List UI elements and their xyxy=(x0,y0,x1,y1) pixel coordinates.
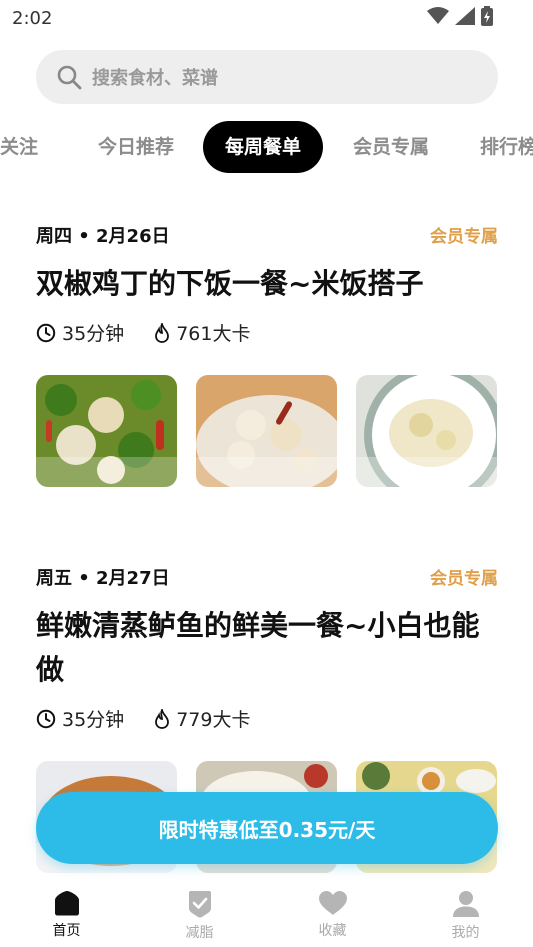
calories: 779大卡 xyxy=(154,705,250,732)
search-placeholder: 搜索食材、菜谱 xyxy=(92,68,218,89)
member-badge: 会员专属 xyxy=(430,569,498,589)
clock-icon xyxy=(36,323,56,342)
nav-label: 首页 xyxy=(52,923,81,939)
flame-icon xyxy=(155,708,170,729)
heart-icon xyxy=(318,891,347,915)
tab-ranking[interactable]: 排行榜 xyxy=(480,121,533,173)
nav-fat-loss[interactable]: 减脂 xyxy=(133,880,266,947)
card-date: 周五 • 2月27日 xyxy=(36,568,170,589)
nav-label: 收藏 xyxy=(318,923,347,939)
card-meta: 35分钟 761大卡 xyxy=(36,319,280,346)
status-bar: 2:02 xyxy=(0,0,533,36)
calories-value: 779大卡 xyxy=(176,709,251,731)
user-icon xyxy=(452,891,479,917)
nav-favorites[interactable]: 收藏 xyxy=(266,880,399,947)
search-icon xyxy=(57,65,82,90)
tab-weekly-menu[interactable]: 每周餐单 xyxy=(203,121,324,173)
nav-label: 减脂 xyxy=(185,925,214,941)
wifi-icon xyxy=(427,7,449,24)
dish-image[interactable] xyxy=(36,375,177,487)
nav-profile[interactable]: 我的 xyxy=(399,880,532,947)
cook-time-value: 35分钟 xyxy=(62,323,125,345)
card-title: 双椒鸡丁的下饭一餐~米饭搭子 xyxy=(36,267,424,300)
status-icons xyxy=(427,6,493,26)
nav-label: 我的 xyxy=(451,925,480,941)
nav-home[interactable]: 首页 xyxy=(0,880,133,947)
cook-time: 35分钟 xyxy=(36,319,124,346)
cook-time: 35分钟 xyxy=(36,705,124,732)
dish-thumbnails xyxy=(36,375,497,487)
search-input[interactable]: 搜索食材、菜谱 xyxy=(36,50,498,104)
card-title: 鲜嫩清蒸鲈鱼的鲜美一餐~小白也能做 xyxy=(36,609,480,686)
tab-today[interactable]: 今日推荐 xyxy=(98,121,174,173)
clock-icon xyxy=(36,709,56,728)
menu-card[interactable]: 周四 • 2月26日 会员专属 双椒鸡丁的下饭一餐~米饭搭子 35分钟 761大… xyxy=(36,222,498,492)
member-badge: 会员专属 xyxy=(430,227,498,247)
shield-check-icon xyxy=(188,891,211,918)
home-icon xyxy=(54,891,79,916)
dish-image[interactable] xyxy=(196,375,337,487)
signal-icon xyxy=(455,7,475,25)
card-date: 周四 • 2月26日 xyxy=(36,226,170,247)
dish-image[interactable] xyxy=(356,375,497,487)
tab-members[interactable]: 会员专属 xyxy=(353,121,429,173)
promo-cta-button[interactable]: 限时特惠低至0.35元/天 xyxy=(36,792,498,864)
cook-time-value: 35分钟 xyxy=(62,709,125,731)
battery-icon xyxy=(481,6,493,26)
card-meta: 35分钟 779大卡 xyxy=(36,705,280,732)
calories: 761大卡 xyxy=(154,319,250,346)
tab-follow[interactable]: 关注 xyxy=(0,121,38,173)
calories-value: 761大卡 xyxy=(176,323,251,345)
flame-icon xyxy=(155,322,170,343)
category-tabs: 关注 今日推荐 每周餐单 会员专属 排行榜 xyxy=(0,121,533,173)
bottom-nav: 首页 减脂 收藏 我的 xyxy=(0,880,533,947)
status-time: 2:02 xyxy=(12,8,53,29)
